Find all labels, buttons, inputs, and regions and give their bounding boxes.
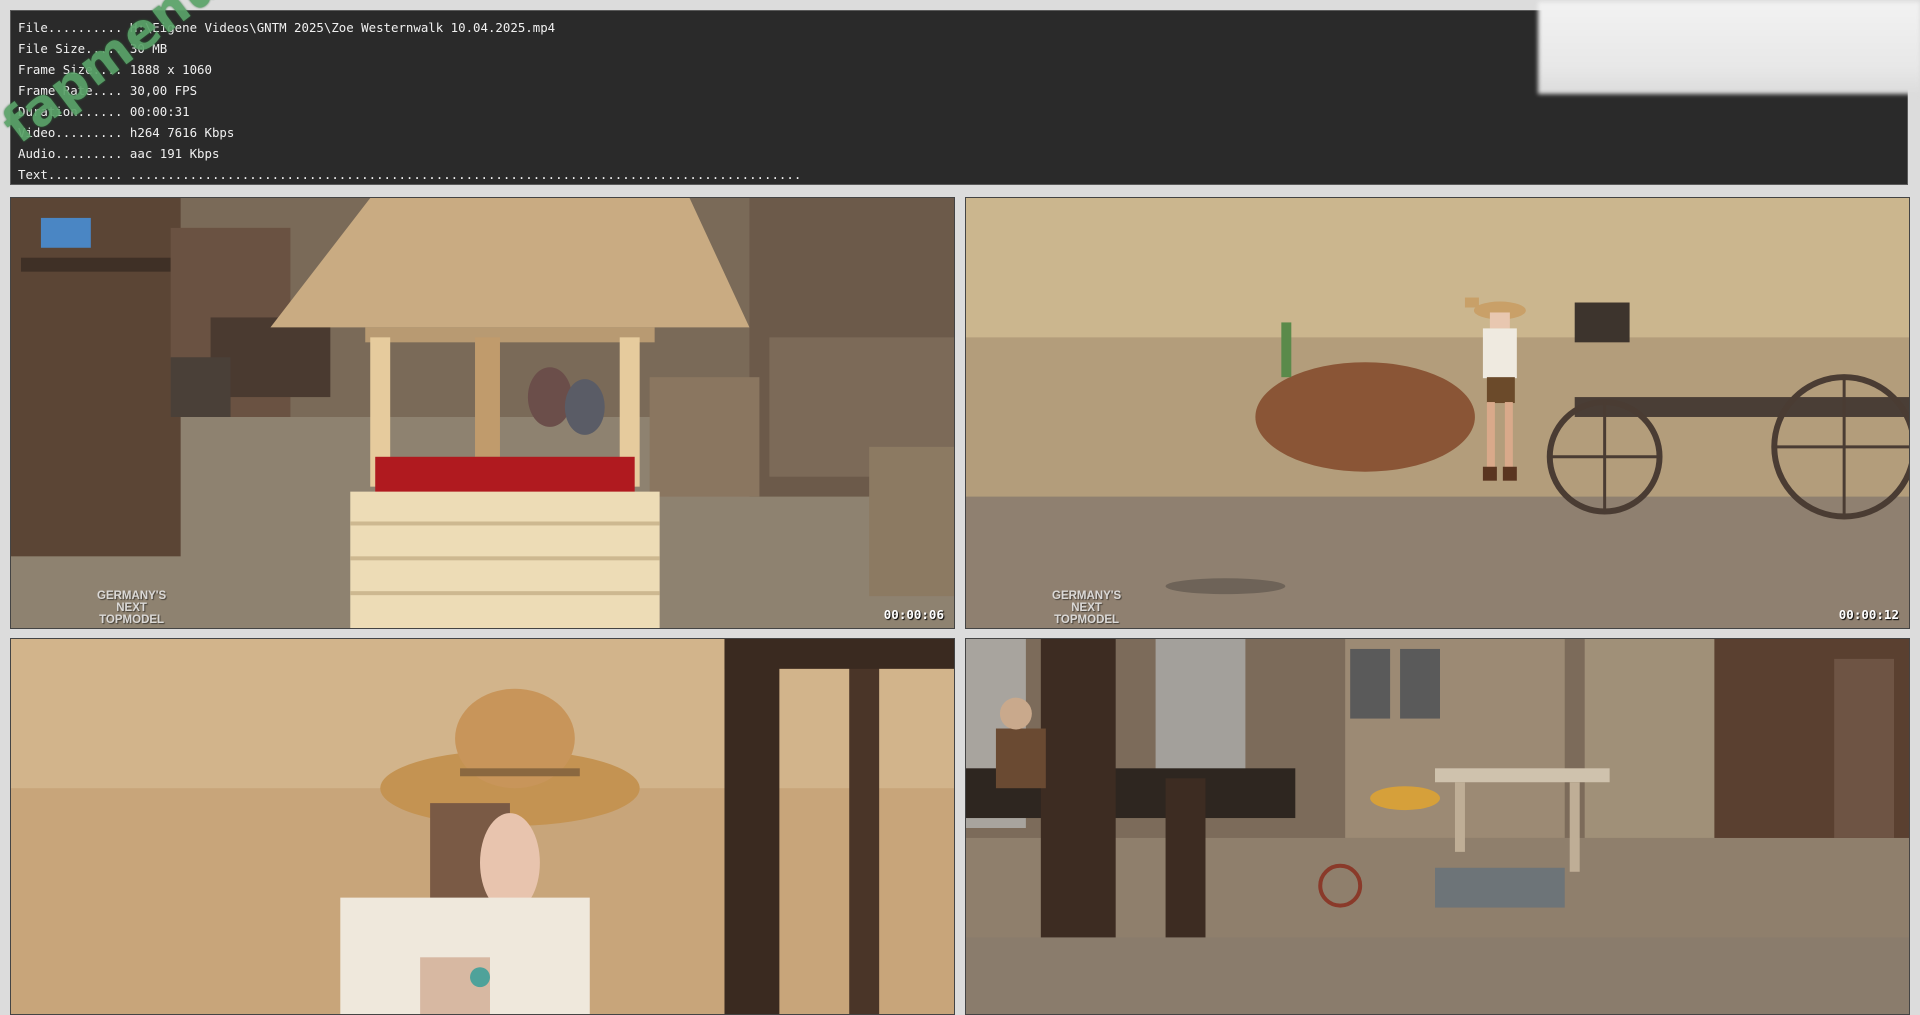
frame-3-image — [11, 639, 954, 1014]
thumbnail-frame-4[interactable] — [965, 638, 1910, 1015]
frame-4-image — [966, 639, 1909, 1014]
info-row-text: Text.......... .........................… — [18, 167, 802, 182]
frame-1-image — [11, 198, 954, 628]
thumbnail-frame-3[interactable] — [10, 638, 955, 1015]
thumbnail-frame-1[interactable]: GERMANY'S NEXT TOPMODEL 00:00:06 — [10, 197, 955, 629]
info-row-video: Video......... h264 7616 Kbps — [18, 125, 235, 140]
blurred-region — [1538, 2, 1920, 94]
frame-timestamp: 00:00:06 — [883, 607, 944, 622]
info-row-duration: Duration...... 00:00:31 — [18, 104, 190, 119]
gntm-logo: GERMANY'S NEXT TOPMODEL — [97, 590, 167, 626]
thumbnail-frame-2[interactable]: GERMANY'S NEXT TOPMODEL 00:00:12 — [965, 197, 1910, 629]
gntm-logo: GERMANY'S NEXT TOPMODEL — [1052, 590, 1122, 626]
frame-2-image — [966, 198, 1909, 628]
frame-timestamp: 00:00:12 — [1838, 607, 1899, 622]
info-row-audio: Audio......... aac 191 Kbps — [18, 146, 220, 161]
